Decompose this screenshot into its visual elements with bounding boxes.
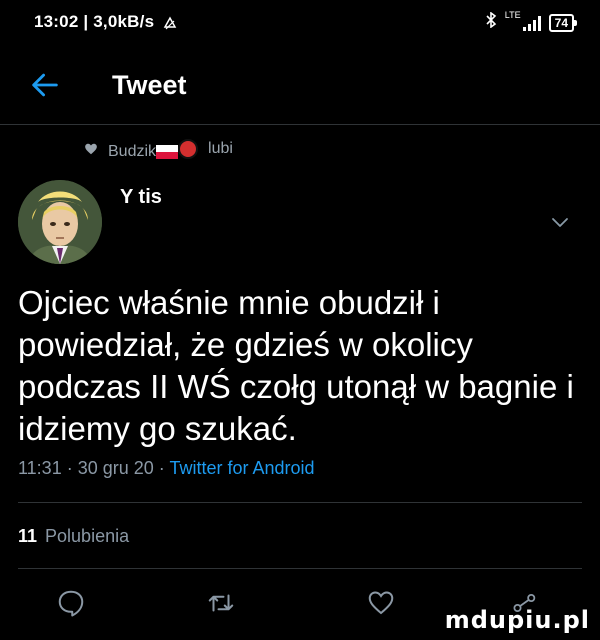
signal-icon (522, 15, 541, 31)
social-context-action: lubi (208, 139, 233, 157)
status-time-text: 13:02 | 3,0kB/s (34, 12, 155, 31)
retweet-icon[interactable] (206, 588, 236, 618)
tweet-time: 11:31 (18, 458, 62, 478)
reply-icon[interactable] (56, 588, 86, 618)
flag-emoji-icon (156, 144, 179, 159)
watermark: mdupiu.pl (444, 606, 590, 634)
avatar-image (18, 180, 102, 264)
tweet-meta: 11:31 · 30 gru 20 · Twitter for Android (18, 458, 315, 478)
divider (18, 502, 582, 503)
back-arrow-icon[interactable] (28, 68, 62, 102)
divider (18, 568, 582, 569)
liker-name[interactable]: Budzik (108, 143, 156, 160)
top-app-bar: Tweet (0, 52, 600, 125)
alarm-clock-emoji-icon (178, 139, 199, 159)
tweet-date: 30 gru 20 (77, 458, 154, 478)
avatar[interactable] (18, 180, 102, 264)
tweet-source-link[interactable]: Twitter for Android (169, 458, 314, 478)
redaction-mark (120, 202, 268, 254)
tweet-text: Ojciec właśnie mnie obudził i powiedział… (18, 284, 574, 447)
status-icons: LTE 74 (485, 9, 578, 33)
like-heart-icon[interactable] (366, 588, 396, 618)
social-context[interactable]: Budzik lubi (84, 136, 233, 161)
likes-label: Polubienia (45, 526, 130, 546)
notification-icon (163, 15, 177, 29)
page-title: Tweet (112, 70, 187, 100)
bluetooth-icon (485, 11, 497, 33)
status-time: 13:02 | 3,0kB/s (34, 12, 177, 32)
heart-icon (85, 143, 97, 154)
battery-level: 74 (554, 15, 568, 30)
chevron-down-icon[interactable] (550, 212, 570, 232)
status-bar: 13:02 | 3,0kB/s LTE 74 (0, 0, 600, 52)
network-type: LTE (504, 9, 521, 20)
likes-summary[interactable]: 11 Polubienia (18, 526, 129, 547)
likes-count: 11 (18, 526, 38, 546)
battery-icon: 74 (548, 13, 578, 32)
